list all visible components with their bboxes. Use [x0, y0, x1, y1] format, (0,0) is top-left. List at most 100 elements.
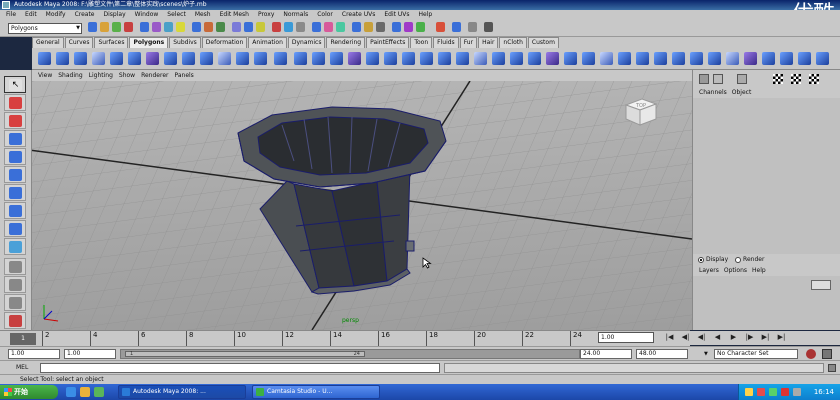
mel-input[interactable]	[40, 363, 440, 373]
tool-settings-toggle-icon[interactable]	[737, 74, 747, 84]
status-tool-icon-20[interactable]	[336, 22, 345, 32]
current-frame-marker[interactable]: 1	[10, 333, 36, 345]
taskbar-task-1[interactable]: Autodesk Maya 2008: ...	[118, 385, 246, 399]
shelf-polygon-tool-icon-7[interactable]	[146, 52, 159, 65]
toolbox-button-8[interactable]	[4, 202, 26, 219]
layer-menu-help[interactable]: Help	[752, 267, 766, 274]
status-tool-icon-6[interactable]	[152, 22, 161, 32]
toolbox-button-1[interactable]: ↖	[4, 76, 26, 93]
shelf-polygon-tool-icon-29[interactable]	[546, 52, 559, 65]
shelf-tab-polygons[interactable]: Polygons	[129, 37, 169, 48]
play-backwards-icon[interactable]: ◀	[712, 332, 723, 343]
shelf-polygon-tool-icon-40[interactable]	[744, 52, 757, 65]
shelf-polygon-tool-icon-3[interactable]	[74, 52, 87, 65]
shelf-tab-deformation[interactable]: Deformation	[201, 37, 248, 48]
shelf-tab-hair[interactable]: Hair	[478, 37, 499, 48]
status-tool-icon-5[interactable]	[140, 22, 149, 32]
status-tool-icon-25[interactable]	[404, 22, 413, 32]
panel-menu-show[interactable]: Show	[119, 72, 135, 79]
auto-key-icon[interactable]	[806, 349, 816, 359]
shelf-polygon-tool-icon-21[interactable]	[402, 52, 415, 65]
status-tool-icon-28[interactable]	[452, 22, 461, 32]
shelf-polygon-tool-icon-35[interactable]	[654, 52, 667, 65]
quicklaunch-ie-icon[interactable]	[66, 387, 76, 397]
status-tool-icon-2[interactable]	[100, 22, 109, 32]
viewport-3d[interactable]: TOP persp	[32, 81, 692, 330]
quicklaunch-folder-icon[interactable]	[80, 387, 90, 397]
shelf-polygon-tool-icon-11[interactable]	[218, 52, 231, 65]
status-tool-icon-1[interactable]	[88, 22, 97, 32]
start-button[interactable]: 开始	[0, 385, 58, 399]
render-checker-icon[interactable]	[773, 74, 783, 84]
shelf-polygon-tool-icon-12[interactable]	[236, 52, 249, 65]
status-tool-icon-14[interactable]	[256, 22, 265, 32]
render-checker-icon-3[interactable]	[809, 74, 819, 84]
status-tool-icon-16[interactable]	[284, 22, 293, 32]
shelf-polygon-tool-icon-13[interactable]	[254, 52, 267, 65]
shelf-tab-subdivs[interactable]: Subdivs	[169, 37, 201, 48]
playback-start-field[interactable]: 1.00	[64, 349, 116, 359]
shelf-tab-painteffects[interactable]: PaintEffects	[366, 37, 410, 48]
shelf-polygon-tool-icon-28[interactable]	[528, 52, 541, 65]
status-tool-icon-30[interactable]	[484, 22, 493, 32]
status-tool-icon-17[interactable]	[296, 22, 305, 32]
shelf-tab-animation[interactable]: Animation	[248, 37, 287, 48]
character-set-dropdown[interactable]: No Character Set	[714, 349, 798, 359]
status-tool-icon-3[interactable]	[112, 22, 121, 32]
shelf-tab-dynamics[interactable]: Dynamics	[287, 37, 326, 48]
menu-proxy[interactable]: Proxy	[258, 11, 274, 18]
menu-set-dropdown[interactable]: Polygons	[8, 23, 82, 34]
animation-prefs-icon[interactable]	[822, 349, 832, 359]
shelf-polygon-tool-icon-15[interactable]	[294, 52, 307, 65]
shelf-polygon-tool-icon-27[interactable]	[510, 52, 523, 65]
panel-menu-shading[interactable]: Shading	[58, 72, 82, 79]
layer-menu-layers[interactable]: Layers	[699, 267, 719, 274]
shelf-polygon-tool-icon-38[interactable]	[708, 52, 721, 65]
shelf-polygon-tool-icon-10[interactable]	[200, 52, 213, 65]
shelf-tab-custom[interactable]: Custom	[527, 37, 559, 48]
panel-menu-lighting[interactable]: Lighting	[89, 72, 113, 79]
shelf-tab-rendering[interactable]: Rendering	[326, 37, 366, 48]
menu-modify[interactable]: Modify	[46, 11, 66, 18]
shelf-polygon-tool-icon-2[interactable]	[56, 52, 69, 65]
shelf-polygon-tool-icon-31[interactable]	[582, 52, 595, 65]
shelf-polygon-tool-icon-4[interactable]	[92, 52, 105, 65]
shelf-tab-fur[interactable]: Fur	[459, 37, 478, 48]
panel-menu-view[interactable]: View	[38, 72, 52, 79]
toolbox-button-9[interactable]	[4, 220, 26, 237]
status-tool-icon-18[interactable]	[312, 22, 321, 32]
shelf-polygon-tool-icon-14[interactable]	[274, 52, 287, 65]
view-cube[interactable]: TOP	[622, 95, 658, 127]
end-time-field[interactable]: 48.00	[636, 349, 688, 359]
status-tool-icon-8[interactable]	[176, 22, 185, 32]
menu-edit[interactable]: Edit	[25, 11, 37, 18]
shelf-polygon-tool-icon-17[interactable]	[330, 52, 343, 65]
shelf-polygon-tool-icon-43[interactable]	[798, 52, 811, 65]
script-editor-icon[interactable]	[828, 364, 836, 372]
panel-menu-renderer[interactable]: Renderer	[141, 72, 168, 79]
current-frame-field[interactable]: 1.00	[598, 332, 654, 343]
range-handle[interactable]: 1 24	[125, 351, 365, 357]
shelf-polygon-tool-icon-1[interactable]	[38, 52, 51, 65]
panel-menu-panels[interactable]: Panels	[174, 72, 193, 79]
step-forward-key-icon[interactable]: ▶|	[760, 332, 771, 343]
shelf-polygon-tool-icon-37[interactable]	[690, 52, 703, 65]
go-to-end-icon[interactable]: ▶|	[776, 332, 787, 343]
status-tool-icon-21[interactable]	[352, 22, 361, 32]
status-tool-icon-29[interactable]	[468, 22, 477, 32]
step-forward-frame-icon[interactable]: |▶	[744, 332, 755, 343]
menu-edit-mesh[interactable]: Edit Mesh	[220, 11, 249, 18]
status-tool-icon-15[interactable]	[272, 22, 281, 32]
quicklaunch-desktop-icon[interactable]	[94, 387, 104, 397]
status-tool-icon-13[interactable]	[244, 22, 253, 32]
status-tool-icon-11[interactable]	[216, 22, 225, 32]
time-slider[interactable]: 1 2 4 6 8 10 12 14 16 18 20 22 24	[0, 330, 690, 347]
status-tool-icon-26[interactable]	[416, 22, 425, 32]
layer-menu-options[interactable]: Options	[724, 267, 747, 274]
mel-label[interactable]: MEL	[16, 363, 28, 373]
shelf-polygon-tool-icon-23[interactable]	[438, 52, 451, 65]
menu-help[interactable]: Help	[419, 11, 433, 18]
status-tool-icon-24[interactable]	[392, 22, 401, 32]
toolbox-button-6[interactable]	[4, 166, 26, 183]
channel-box-menu-channels[interactable]: Channels	[699, 89, 727, 96]
